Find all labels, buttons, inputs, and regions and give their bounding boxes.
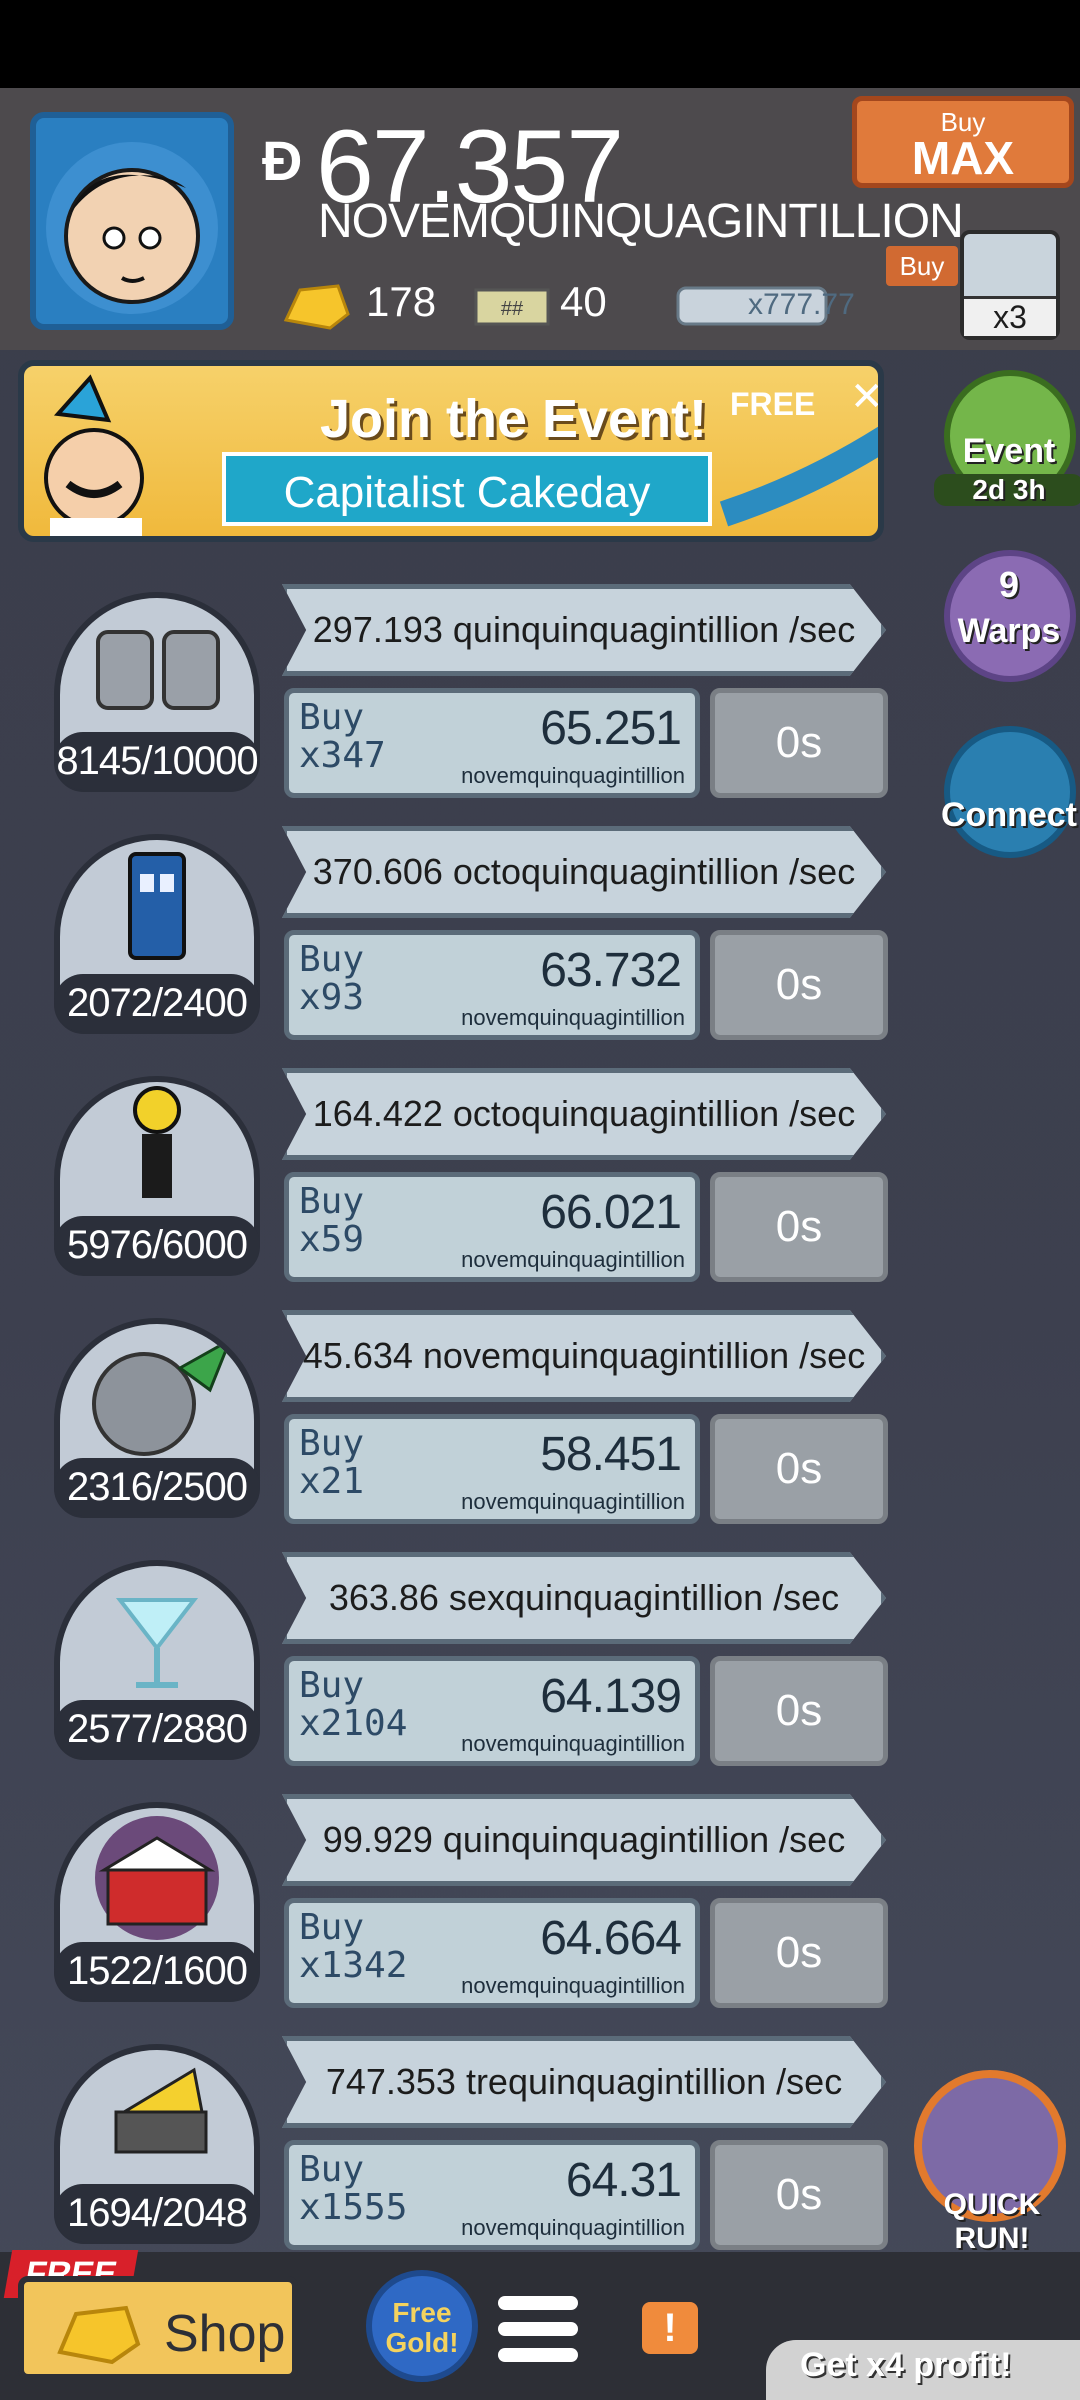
buy-label: Buy x93 bbox=[299, 939, 365, 1018]
buy-button[interactable]: Buy x1342 64.664 novemquinquagintillion bbox=[284, 1898, 700, 2008]
business-row: 5976/6000 164.422 octoquinquagintillion … bbox=[0, 1068, 900, 1298]
status-bar bbox=[0, 0, 1080, 88]
timer-button[interactable]: 0s bbox=[710, 688, 888, 798]
multiplier-value: x3 bbox=[964, 296, 1056, 336]
currency-symbol: Ð bbox=[262, 129, 303, 192]
revenue-rate: 747.353 trequinquagintillion /sec bbox=[282, 2036, 886, 2128]
buy-button[interactable]: Buy x93 63.732 novemquinquagintillion bbox=[284, 930, 700, 1040]
buy-unit: novemquinquagintillion bbox=[461, 1973, 685, 1998]
revenue-rate: 99.929 quinquinquagintillion /sec bbox=[282, 1794, 886, 1886]
buy-unit: novemquinquagintillion bbox=[461, 1731, 685, 1756]
smiley-robot-icon bbox=[133, 1086, 181, 1198]
business-row: 1694/2048 747.353 trequinquagintillion /… bbox=[0, 2036, 900, 2266]
buy-button[interactable]: Buy x1555 64.31 novemquinquagintillion bbox=[284, 2140, 700, 2250]
buy-label: Buy x21 bbox=[299, 1423, 365, 1502]
business-count: 2316/2500 bbox=[54, 1458, 260, 1516]
tickets-icon: ## bbox=[474, 286, 550, 333]
revenue-rate: 45.634 novemquinquagintillion /sec bbox=[282, 1310, 886, 1402]
business-row: 2316/2500 45.634 novemquinquagintillion … bbox=[0, 1310, 900, 1540]
tickets-count: 40 bbox=[560, 278, 607, 325]
buy-label: Buy x59 bbox=[299, 1181, 365, 1260]
event-subtitle-box: Capitalist Cakeday bbox=[222, 452, 712, 526]
buy-max-button[interactable]: Buy MAX bbox=[852, 96, 1074, 188]
svg-text:##: ## bbox=[501, 298, 524, 320]
connect-label: Connect bbox=[941, 796, 1077, 834]
get-profit-label: Get x4 profit! bbox=[800, 2346, 1012, 2384]
timer-button[interactable]: 0s bbox=[710, 1656, 888, 1766]
buy-cost: 66.021 bbox=[540, 1186, 682, 1239]
timer-button[interactable]: 0s bbox=[710, 1414, 888, 1524]
menu-icon[interactable] bbox=[490, 2282, 586, 2378]
business-count: 1522/1600 bbox=[54, 1942, 260, 2000]
business-row: 1522/1600 99.929 quinquinquagintillion /… bbox=[0, 1794, 900, 2024]
timer-button[interactable]: 0s bbox=[710, 1172, 888, 1282]
barn-icon bbox=[95, 1816, 219, 1940]
buy-unit: novemquinquagintillion bbox=[461, 2215, 685, 2240]
event-timer: 2d 3h bbox=[934, 474, 1080, 506]
buy-cost: 64.31 bbox=[565, 2154, 682, 2207]
gold-bar-icon bbox=[280, 280, 352, 339]
business-count: 2072/2400 bbox=[54, 974, 260, 1032]
buy-cost: 58.451 bbox=[540, 1428, 682, 1481]
event-label: Event bbox=[962, 432, 1056, 470]
business-count: 2577/2880 bbox=[54, 1700, 260, 1758]
buy-button[interactable]: Buy x347 65.251 novemquinquagintillion bbox=[284, 688, 700, 798]
event-title: Join the Event! bbox=[320, 389, 708, 449]
buy-tag: Buy bbox=[886, 246, 958, 286]
rocket-moon-icon bbox=[92, 1336, 233, 1456]
connect-button[interactable] bbox=[944, 726, 1076, 858]
moon-boots-icon bbox=[96, 630, 220, 710]
event-banner[interactable]: Join the Event! Capitalist Cakeday FREE … bbox=[18, 360, 884, 542]
business-row: 2072/2400 370.606 octoquinquagintillion … bbox=[0, 826, 900, 1056]
buy-cost: 63.732 bbox=[540, 944, 682, 997]
astronaut-face-icon bbox=[46, 142, 218, 314]
shop-button[interactable]: Shop bbox=[18, 2276, 298, 2380]
buy-label: Buy x1555 bbox=[299, 2149, 408, 2228]
business-count: 5976/6000 bbox=[54, 1216, 260, 1274]
gold-count: 178 bbox=[366, 278, 437, 325]
event-subtitle: Capitalist Cakeday bbox=[283, 468, 651, 517]
revenue-rate: 370.606 octoquinquagintillion /sec bbox=[282, 826, 886, 918]
buy-button[interactable]: Buy x2104 64.139 novemquinquagintillion bbox=[284, 1656, 700, 1766]
warps-label: Warps bbox=[957, 612, 1061, 650]
phone-booth-icon bbox=[128, 852, 186, 960]
buy-button[interactable]: Buy x59 66.021 novemquinquagintillion bbox=[284, 1172, 700, 1282]
business-count: 1694/2048 bbox=[54, 2184, 260, 2242]
cocktail-icon bbox=[115, 1598, 199, 1688]
buy-button[interactable]: Buy x21 58.451 novemquinquagintillion bbox=[284, 1414, 700, 1524]
buy-cost: 65.251 bbox=[540, 702, 682, 755]
cheese-cart-icon bbox=[114, 2067, 208, 2154]
buy-label: Buy x2104 bbox=[299, 1665, 408, 1744]
revenue-rate: 164.422 octoquinquagintillion /sec bbox=[282, 1068, 886, 1160]
buy-label: Buy x347 bbox=[299, 697, 386, 776]
buy-unit: novemquinquagintillion bbox=[461, 1005, 685, 1030]
multiplier-button[interactable]: x3 bbox=[960, 230, 1060, 340]
free-gold-button[interactable]: Free Gold! bbox=[366, 2270, 478, 2382]
business-count: 8145/10000 bbox=[54, 732, 260, 790]
buy-cost: 64.139 bbox=[540, 1670, 682, 1723]
arrow-icon bbox=[719, 426, 878, 527]
revenue-rate: 363.86 sexquinquagintillion /sec bbox=[282, 1552, 886, 1644]
business-row: 8145/10000 297.193 quinquinquagintillion… bbox=[0, 584, 900, 814]
shop-label: Shop bbox=[164, 2305, 286, 2363]
buy-unit: novemquinquagintillion bbox=[461, 763, 685, 788]
timer-button[interactable]: 0s bbox=[710, 2140, 888, 2250]
warps-count: 9 bbox=[998, 564, 1020, 605]
alert-icon[interactable]: ! bbox=[642, 2302, 698, 2354]
gold-bar-icon bbox=[57, 2305, 141, 2365]
avatar[interactable] bbox=[30, 112, 234, 330]
money-unit: NOVEMQUINQUAGINTILLION bbox=[318, 195, 964, 248]
buy-unit: novemquinquagintillion bbox=[461, 1489, 685, 1514]
buy-unit: novemquinquagintillion bbox=[461, 1247, 685, 1272]
quick-run-label: QUICK RUN! bbox=[943, 2188, 1041, 2255]
timer-button[interactable]: 0s bbox=[710, 930, 888, 1040]
buy-cost: 64.664 bbox=[540, 1912, 682, 1965]
buy-label: Buy x1342 bbox=[299, 1907, 408, 1986]
revenue-rate: 297.193 quinquinquagintillion /sec bbox=[282, 584, 886, 676]
business-row: 2577/2880 363.86 sexquinquagintillion /s… bbox=[0, 1552, 900, 1782]
mega-bucks-value: x777.77 bbox=[748, 288, 855, 321]
mascot-icon bbox=[44, 374, 144, 536]
timer-button[interactable]: 0s bbox=[710, 1898, 888, 2008]
